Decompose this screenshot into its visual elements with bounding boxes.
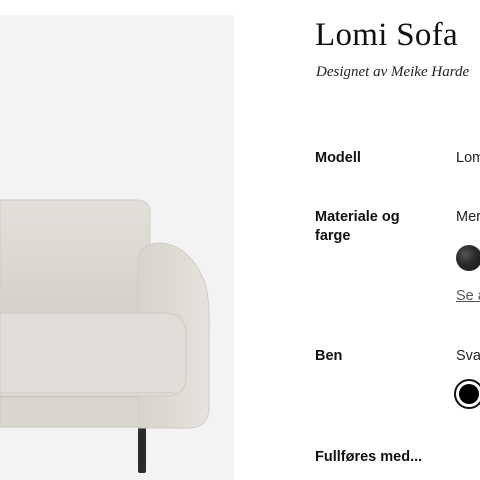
leg-color-fill [459, 384, 479, 404]
product-info-panel: Lomi Sofa Designet av Meike Harde Modell… [315, 0, 480, 480]
sofa-image [0, 199, 210, 473]
spec-value-material: Mer [456, 209, 480, 225]
see-all-materials-link[interactable]: Se a [456, 288, 480, 304]
leg-color-swatch-selected[interactable] [454, 379, 480, 409]
spec-label-model: Modell [315, 150, 361, 166]
spec-label-complete-with[interactable]: Fullføres med... [315, 448, 475, 467]
product-title: Lomi Sofa [315, 17, 458, 53]
spec-label-material: Materiale og farge [315, 209, 400, 244]
product-image-gallery[interactable] [0, 15, 234, 480]
spec-value-legs: Svar [456, 348, 480, 364]
spec-value-model: Lom [456, 150, 480, 166]
fabric-color-swatch[interactable] [456, 245, 480, 271]
spec-label-legs: Ben [315, 348, 343, 364]
designer-credit: Designet av Meike Harde [316, 64, 470, 80]
sofa-leg [138, 423, 146, 473]
